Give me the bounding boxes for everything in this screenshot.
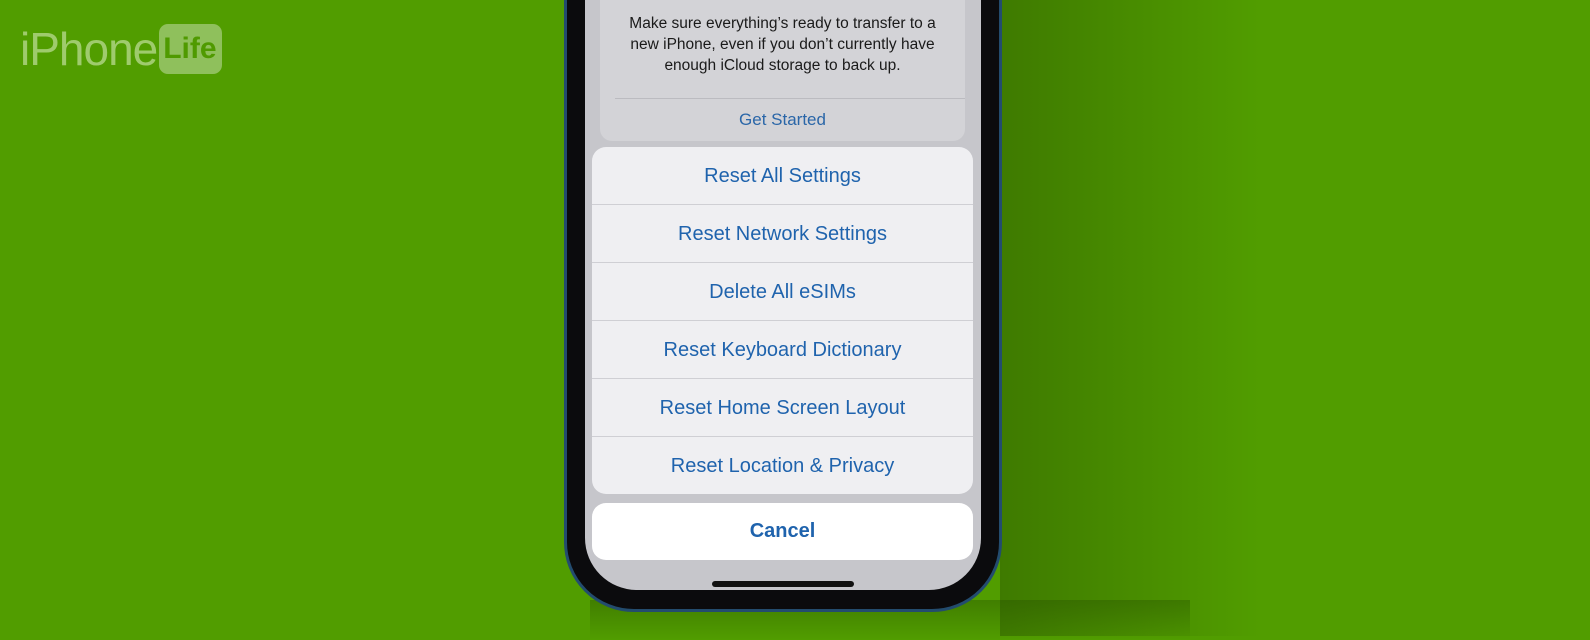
transfer-description: Make sure everything’s ready to transfer… <box>629 15 936 74</box>
transfer-card: Make sure everything’s ready to transfer… <box>600 0 965 141</box>
phone-screen: Make sure everything’s ready to transfer… <box>585 0 981 590</box>
reset-location-privacy-option[interactable]: Reset Location & Privacy <box>592 437 973 494</box>
reset-network-settings-option[interactable]: Reset Network Settings <box>592 205 973 263</box>
reset-all-settings-option[interactable]: Reset All Settings <box>592 147 973 205</box>
logo-text: iPhone <box>20 23 158 75</box>
logo-badge: Life <box>159 24 222 74</box>
divider <box>615 98 965 99</box>
cancel-button[interactable]: Cancel <box>592 503 973 560</box>
reset-home-screen-layout-option[interactable]: Reset Home Screen Layout <box>592 379 973 437</box>
home-indicator[interactable] <box>712 581 854 587</box>
get-started-button[interactable]: Get Started <box>600 110 965 130</box>
action-sheet: Reset All Settings Reset Network Setting… <box>592 147 973 494</box>
delete-all-esims-option[interactable]: Delete All eSIMs <box>592 263 973 321</box>
iphonelife-logo: iPhone Life <box>20 22 222 76</box>
phone-shadow <box>1000 0 1260 636</box>
reset-keyboard-dictionary-option[interactable]: Reset Keyboard Dictionary <box>592 321 973 379</box>
